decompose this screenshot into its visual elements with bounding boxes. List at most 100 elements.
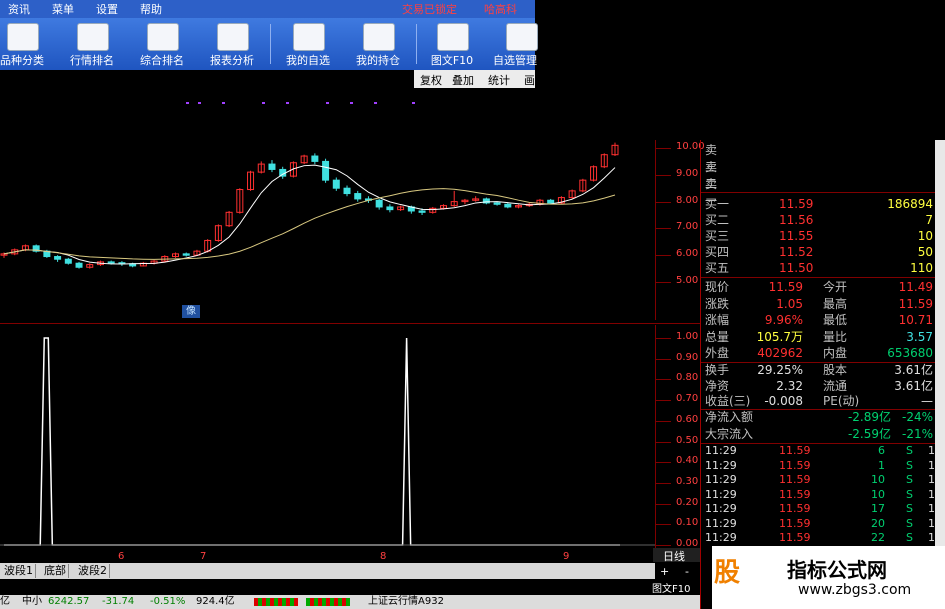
candle[interactable]	[611, 142, 619, 157]
index-name[interactable]: 中小	[22, 595, 42, 609]
candle[interactable]	[268, 160, 276, 173]
tick-side: S	[906, 531, 913, 544]
candle[interactable]	[450, 190, 458, 207]
marker-dot	[262, 102, 265, 104]
watchlist-button[interactable]: 我的自选	[274, 21, 342, 67]
positions-button[interactable]: 我的持仓	[344, 21, 412, 67]
bid-row[interactable]: 买五 11.50 110	[705, 260, 933, 277]
candle[interactable]	[590, 165, 598, 182]
candle[interactable]	[354, 190, 362, 202]
bid-row[interactable]: 买二 11.56 7	[705, 212, 933, 229]
tab-bottom[interactable]: 底部	[42, 564, 69, 578]
tick-side: S	[906, 487, 913, 501]
indicator-tabs: 波段1 底部 波段2	[0, 563, 655, 579]
tick-side: S	[906, 516, 913, 530]
news-ticker[interactable]: 上证云行情A932	[368, 595, 444, 609]
candle[interactable]	[322, 158, 330, 183]
indicator-tag[interactable]: 像	[182, 305, 200, 318]
candle[interactable]	[504, 202, 512, 209]
price-tick-label: 5.00	[676, 275, 699, 286]
trade-lock-status[interactable]: 交易已锁定	[402, 1, 457, 17]
candle[interactable]	[332, 177, 340, 191]
menu-settings[interactable]: 设置	[96, 1, 118, 17]
marker-dot	[286, 102, 289, 104]
candlestick-chart[interactable]	[0, 100, 655, 300]
index-change-pct: -0.51%	[150, 596, 186, 607]
candle[interactable]	[600, 153, 608, 169]
osc-tick-label: 0.10	[676, 517, 699, 529]
side-toolbar[interactable]	[935, 140, 945, 546]
tab-draw[interactable]: 画	[524, 72, 535, 88]
candle[interactable]	[429, 206, 437, 214]
quote-row: 涨幅 9.96% 最低 10.71	[705, 312, 933, 329]
candle[interactable]	[86, 263, 94, 269]
candle[interactable]	[161, 255, 169, 262]
tab-stats[interactable]: 统计	[488, 72, 510, 88]
f10-link[interactable]: 图文F10	[652, 580, 690, 595]
period-label: 日线	[663, 550, 685, 563]
watchlist-manage-button[interactable]: 自选管理	[487, 21, 555, 67]
tab-wave1[interactable]: 波段1	[2, 564, 36, 578]
candle[interactable]	[375, 198, 383, 210]
bid-label: 买二	[705, 213, 730, 227]
candle[interactable]	[461, 198, 469, 205]
candle[interactable]	[214, 224, 222, 242]
candle[interactable]	[139, 261, 147, 267]
tab-adjust[interactable]: 复权	[420, 72, 442, 88]
f10-button[interactable]: 图文F10	[418, 21, 486, 67]
bid-row[interactable]: 买四 11.52 50	[705, 244, 933, 261]
candle[interactable]	[568, 189, 576, 199]
quote-row: 换手 29.25% 股本 3.61亿	[705, 362, 933, 379]
candle[interactable]	[75, 261, 83, 269]
market-rank-button[interactable]: 行情排名	[58, 21, 126, 67]
oscillator-line	[4, 337, 620, 546]
candle[interactable]	[343, 185, 351, 197]
category-button[interactable]: 品种分类	[0, 21, 56, 67]
menu-menu[interactable]: 菜单	[52, 1, 74, 17]
tab-overlay[interactable]: 叠加	[452, 72, 474, 88]
bid-price: 11.55	[779, 229, 814, 243]
candle[interactable]	[236, 188, 244, 214]
bid-row[interactable]: 买三 11.55 10	[705, 228, 933, 245]
candle[interactable]	[397, 205, 405, 211]
bar-chart-icon	[147, 23, 179, 51]
candle[interactable]	[225, 210, 233, 228]
quote-value: 3.61亿	[894, 378, 933, 393]
candle[interactable]	[579, 178, 587, 193]
candle[interactable]	[482, 197, 490, 205]
menu-help[interactable]: 帮助	[140, 1, 162, 17]
quote-label: 现价	[705, 280, 730, 294]
osc-axis-line	[655, 325, 656, 550]
bid-row[interactable]: 买一 11.59 186894	[705, 196, 933, 213]
oscillator-chart[interactable]	[0, 320, 655, 550]
quote-value: 11.59	[898, 296, 933, 311]
candle[interactable]	[54, 255, 62, 262]
tick-volume: 6	[878, 444, 885, 457]
candle[interactable]	[150, 260, 158, 265]
f10-label: 图文F10	[430, 54, 474, 67]
bid-label: 买五	[705, 261, 730, 275]
bid-price: 11.56	[779, 213, 814, 227]
candle[interactable]	[257, 161, 265, 174]
period-selector[interactable]: 日线	[653, 548, 701, 563]
candle[interactable]	[300, 154, 308, 165]
zoom-out-button[interactable]: -	[685, 565, 689, 578]
candle[interactable]	[386, 204, 394, 213]
tick-side: S	[906, 473, 913, 486]
candle[interactable]	[182, 252, 190, 257]
zoom-in-button[interactable]: +	[660, 565, 669, 578]
report-analysis-button[interactable]: 报表分析	[198, 21, 266, 67]
candle[interactable]	[172, 252, 180, 258]
candle[interactable]	[311, 153, 319, 165]
candle[interactable]	[247, 170, 255, 191]
candle[interactable]	[472, 196, 480, 202]
candle[interactable]	[32, 244, 40, 253]
quote-label: 内盘	[823, 346, 848, 360]
candle[interactable]	[64, 257, 72, 265]
overall-rank-button[interactable]: 综合排名	[128, 21, 196, 67]
quote-label: 外盘	[705, 346, 730, 360]
candle[interactable]	[515, 204, 523, 209]
tab-wave2[interactable]: 波段2	[76, 564, 110, 578]
candle[interactable]	[557, 196, 565, 205]
menu-news[interactable]: 资讯	[8, 1, 30, 17]
